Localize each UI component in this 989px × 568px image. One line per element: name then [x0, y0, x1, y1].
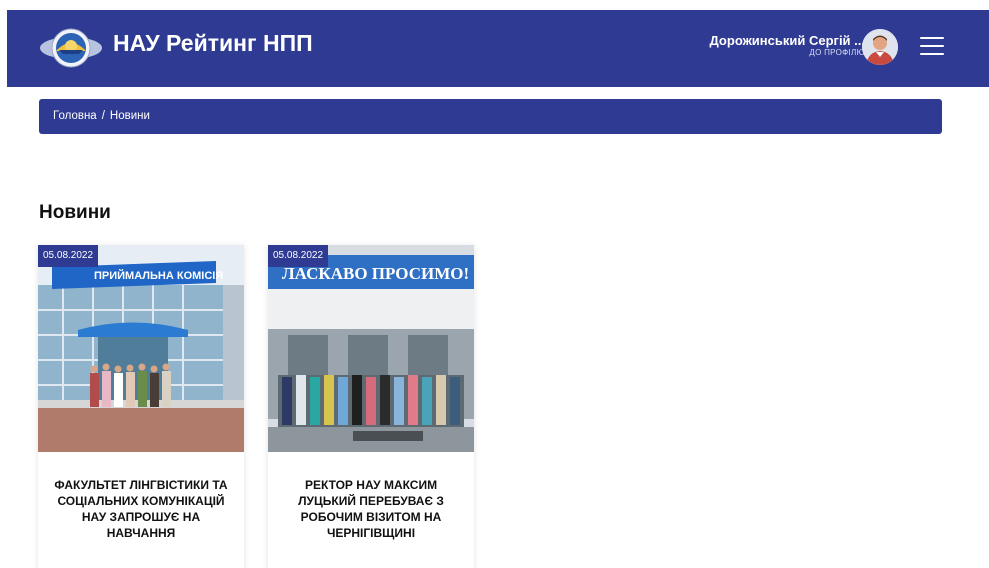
breadcrumb-current: Новини [109, 110, 150, 122]
breadcrumb: Головна / Новини [39, 99, 942, 134]
news-date-badge: 05.08.2022 [38, 245, 99, 267]
news-photo[interactable]: ЛАСКАВО ПРОСИМО! 05.08.2022 [268, 245, 474, 452]
site-header: НАУ Рейтинг НПП Дорожинський Сергій ... … [7, 10, 989, 87]
news-card[interactable]: ПРИЙМАЛЬНА КОМІСІЯ 05.08.2022 ФАКУЛЬТЕТ … [38, 245, 244, 568]
page-title: Новини [39, 202, 111, 223]
top-cut-off-text-strip [0, 0, 989, 10]
user-menu[interactable]: Дорожинський Сергій ... ДО ПРОФІЛЮ [605, 34, 865, 58]
news-photo[interactable]: ПРИЙМАЛЬНА КОМІСІЯ 05.08.2022 [38, 245, 244, 452]
news-title[interactable]: ФАКУЛЬТЕТ ЛІНГВІСТИКИ ТА СОЦІАЛЬНИХ КОМУ… [48, 477, 234, 541]
news-date-badge: 05.08.2022 [268, 245, 329, 267]
profile-link[interactable]: ДО ПРОФІЛЮ [605, 48, 865, 58]
photo-banner-text: ПРИЙМАЛЬНА КОМІСІЯ [94, 269, 223, 282]
news-card[interactable]: ЛАСКАВО ПРОСИМО! 05.08.2022 РЕКТОР НАУ М… [268, 245, 474, 568]
breadcrumb-separator: / [101, 110, 105, 122]
user-name[interactable]: Дорожинський Сергій ... [605, 34, 865, 48]
news-title[interactable]: РЕКТОР НАУ МАКСИМ ЛУЦЬКИЙ ПЕРЕБУВАЄ З РО… [278, 477, 464, 541]
hamburger-menu-icon[interactable] [920, 37, 944, 57]
avatar[interactable] [862, 29, 898, 65]
app-brand-title[interactable]: НАУ Рейтинг НПП [113, 30, 313, 57]
breadcrumb-home-link[interactable]: Головна [53, 110, 97, 122]
nau-emblem-icon[interactable] [39, 23, 103, 73]
